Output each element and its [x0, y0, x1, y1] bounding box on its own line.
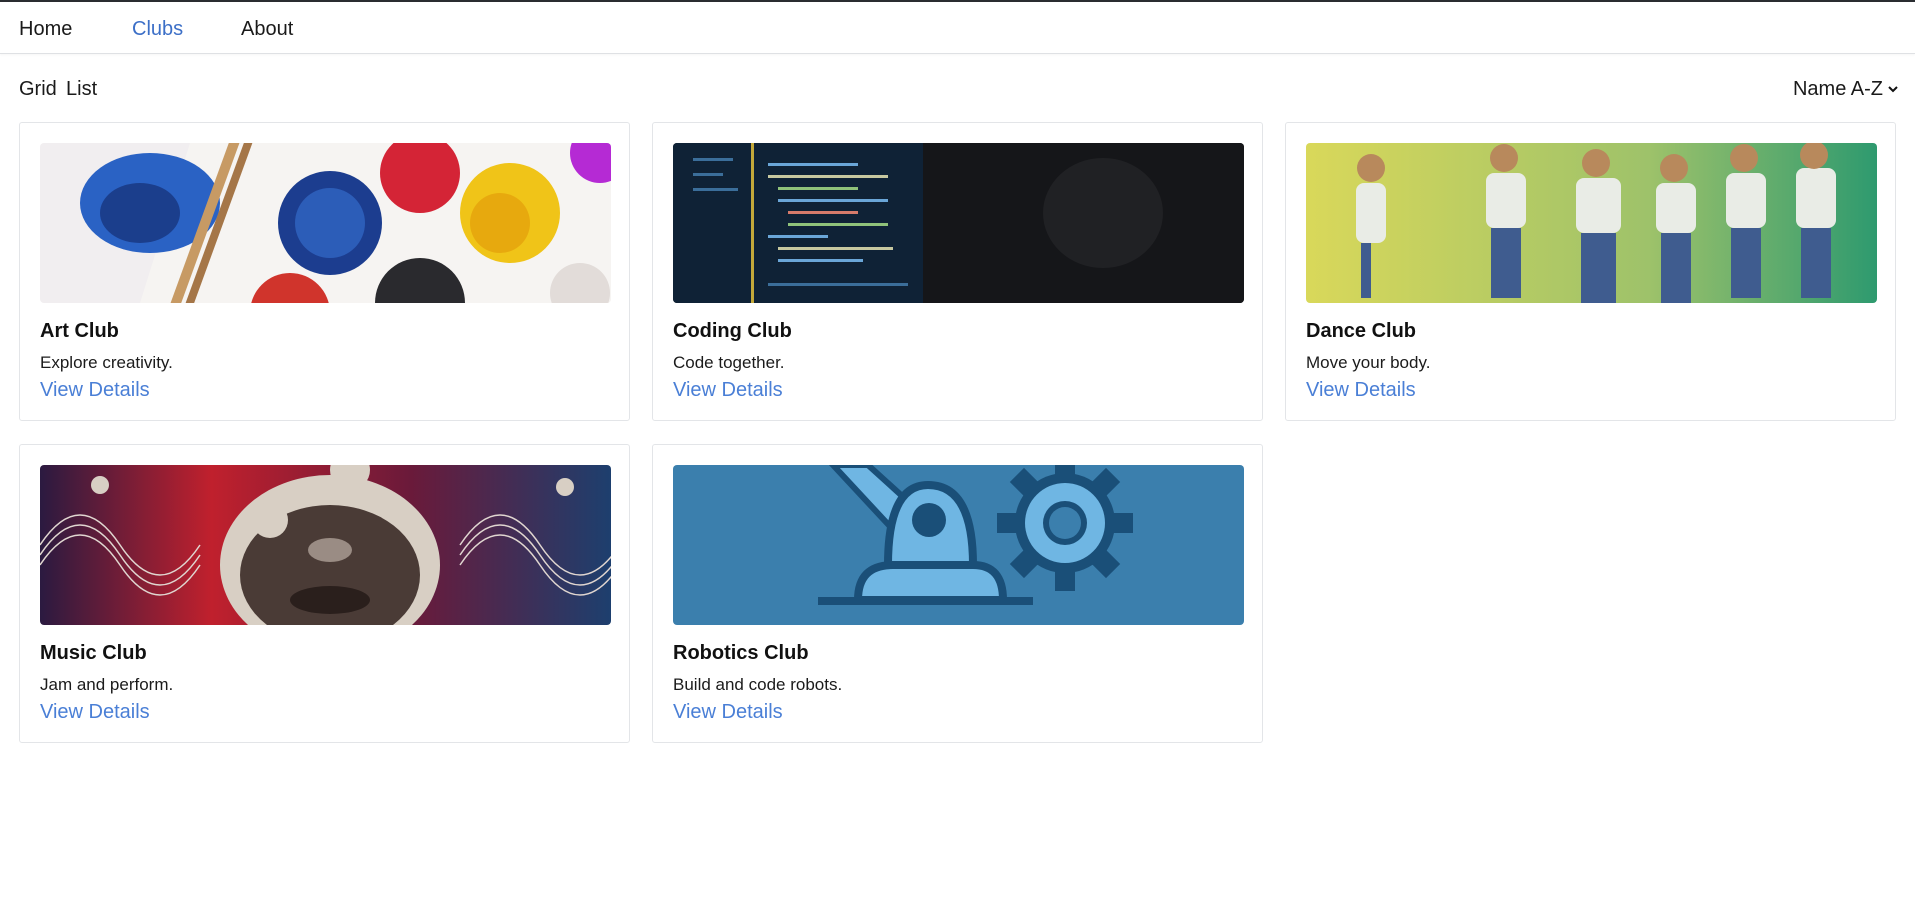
nav-clubs[interactable]: Clubs: [132, 17, 183, 41]
art-club-image: [40, 143, 611, 303]
nav-about[interactable]: About: [241, 17, 293, 41]
club-description: Jam and perform.: [40, 675, 174, 694]
club-description: Code together.: [673, 353, 785, 372]
club-card-music: Music Club Jam and perform. View Details: [19, 444, 630, 743]
club-title: Art Club: [40, 320, 119, 342]
club-description: Build and code robots.: [673, 675, 843, 694]
view-details-link[interactable]: View Details: [673, 378, 783, 402]
club-title: Robotics Club: [673, 642, 809, 664]
club-card-coding: Coding Club Code together. View Details: [652, 122, 1263, 421]
list-view-button[interactable]: List: [66, 77, 97, 101]
paint-palette-photo: [40, 143, 611, 303]
nav-home[interactable]: Home: [19, 17, 72, 41]
code-screen-photo: [673, 143, 1244, 303]
club-title: Dance Club: [1306, 320, 1417, 342]
dancers-photo: [1306, 143, 1877, 303]
view-toolbar: Grid List Name A-Z: [0, 74, 1915, 104]
coding-club-image: [673, 143, 1244, 303]
club-card-robotics: Robotics Club Build and code robots. Vie…: [652, 444, 1263, 743]
club-description: Move your body.: [1306, 353, 1431, 372]
grid-view-button[interactable]: Grid: [19, 77, 57, 101]
view-details-link[interactable]: View Details: [40, 378, 150, 402]
club-card-art: Art Club Explore creativity. View Detail…: [19, 122, 630, 421]
sort-select[interactable]: Name A-Z: [1793, 77, 1899, 101]
robotics-club-image: [673, 465, 1244, 625]
top-navbar: Home Clubs About: [0, 2, 1915, 54]
chevron-down-icon: [1888, 86, 1898, 93]
view-details-link[interactable]: View Details: [673, 700, 783, 724]
club-card-dance: Dance Club Move your body. View Details: [1285, 122, 1896, 421]
club-title: Coding Club: [673, 320, 792, 342]
dance-club-image: [1306, 143, 1877, 303]
club-description: Explore creativity.: [40, 353, 173, 372]
music-club-image: [40, 465, 611, 625]
view-details-link[interactable]: View Details: [1306, 378, 1416, 402]
club-title: Music Club: [40, 642, 147, 664]
robot-arm-gear-illustration: [673, 465, 1244, 625]
music-face-art: [40, 465, 611, 625]
sort-select-value: Name A-Z: [1792, 78, 1883, 100]
view-details-link[interactable]: View Details: [40, 700, 150, 724]
